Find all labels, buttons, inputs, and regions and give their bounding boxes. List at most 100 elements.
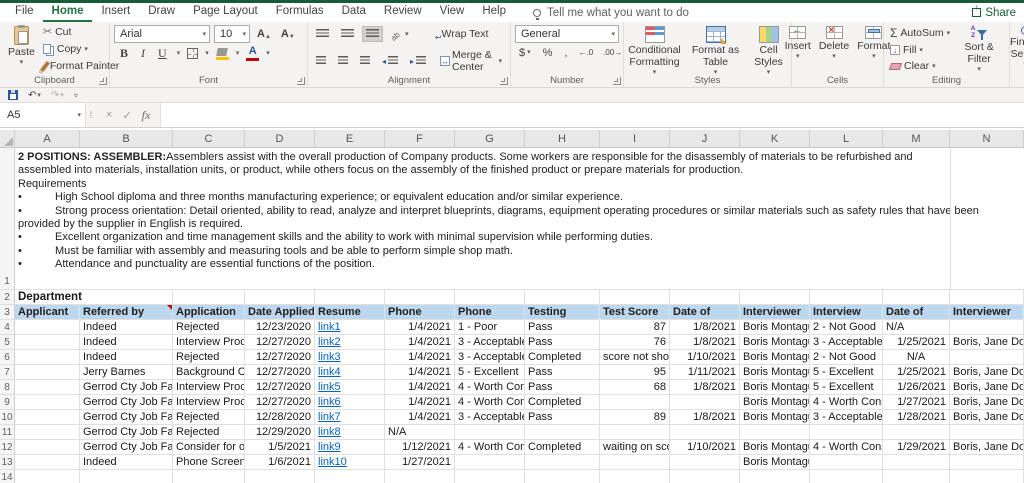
cell-D14[interactable]: [245, 470, 315, 483]
align-bottom-button[interactable]: [362, 26, 383, 42]
cell-G10[interactable]: 3 - Acceptable: [455, 410, 525, 425]
tab-data[interactable]: Data: [333, 3, 375, 22]
customize-qat-button[interactable]: ▿: [74, 91, 78, 100]
autosum-button[interactable]: Σ AutoSum ▾: [888, 25, 952, 41]
resume-link-link10[interactable]: link10: [318, 456, 347, 468]
cell-M10[interactable]: 1/28/2021: [883, 410, 950, 425]
table-header-phone[interactable]: Phone: [455, 305, 525, 320]
tell-me-box[interactable]: Tell me what you want to do: [533, 7, 689, 19]
font-dialog-launcher[interactable]: [297, 77, 305, 85]
table-header-date-of[interactable]: Date of: [883, 305, 950, 320]
cell-K12[interactable]: Boris Montague: [740, 440, 810, 455]
cell-F7[interactable]: 1/4/2021: [385, 365, 455, 380]
cell-E11[interactable]: link8: [315, 425, 385, 440]
table-header-applicant[interactable]: Applicant: [15, 305, 80, 320]
cell-I9[interactable]: [600, 395, 670, 410]
cell-F14[interactable]: [385, 470, 455, 483]
cell-I14[interactable]: [600, 470, 670, 483]
paste-button[interactable]: Paste ▾: [4, 25, 39, 67]
cell-N4[interactable]: [950, 320, 1024, 335]
cell-L9[interactable]: 4 - Worth Consid: [810, 395, 883, 410]
number-dialog-launcher[interactable]: [613, 77, 621, 85]
table-header-referred-by[interactable]: Referred by: [80, 305, 173, 320]
cell-C12[interactable]: Consider for other: [173, 440, 245, 455]
cell-D9[interactable]: 12/27/2020: [245, 395, 315, 410]
cell-L6[interactable]: 2 - Not Good: [810, 350, 883, 365]
row-header-5[interactable]: 5: [0, 335, 15, 350]
cell-A5[interactable]: [15, 335, 80, 350]
cell-M9[interactable]: 1/27/2021: [883, 395, 950, 410]
table-header-application[interactable]: Application: [173, 305, 245, 320]
cell-A6[interactable]: [15, 350, 80, 365]
cell-D13[interactable]: 1/6/2021: [245, 455, 315, 470]
cell-D5[interactable]: 12/27/2020: [245, 335, 315, 350]
cell-B10[interactable]: Gerrod Cty Job Fair: [80, 410, 173, 425]
cell-D2[interactable]: [245, 290, 315, 305]
increase-font-button[interactable]: A▲: [254, 29, 274, 40]
cell-F5[interactable]: 1/4/2021: [385, 335, 455, 350]
cell-I2[interactable]: [600, 290, 670, 305]
cell-K9[interactable]: Boris Montague: [740, 395, 810, 410]
borders-icon[interactable]: [187, 48, 198, 59]
formula-input[interactable]: [160, 103, 1024, 127]
font-size-combo[interactable]: 10▾: [214, 25, 250, 43]
cell-I7[interactable]: 95: [600, 365, 670, 380]
cell-G11[interactable]: [455, 425, 525, 440]
cell-J8[interactable]: 1/8/2021: [670, 380, 740, 395]
cell-H11[interactable]: [525, 425, 600, 440]
cell-J6[interactable]: 1/10/2021: [670, 350, 740, 365]
redo-button[interactable]: ↷▾: [51, 90, 64, 101]
tab-page-layout[interactable]: Page Layout: [184, 3, 267, 22]
cell-C2[interactable]: [173, 290, 245, 305]
cell-L12[interactable]: 4 - Worth Consid: [810, 440, 883, 455]
cell-D10[interactable]: 12/28/2020: [245, 410, 315, 425]
cell-E12[interactable]: link9: [315, 440, 385, 455]
cell-K14[interactable]: [740, 470, 810, 483]
cell-H2[interactable]: [525, 290, 600, 305]
cell-F4[interactable]: 1/4/2021: [385, 320, 455, 335]
column-header-B[interactable]: B: [80, 130, 173, 147]
cell-M4[interactable]: N/A: [883, 320, 950, 335]
cell-G12[interactable]: 4 - Worth Consid: [455, 440, 525, 455]
column-header-G[interactable]: G: [455, 130, 525, 147]
resume-link-link9[interactable]: link9: [318, 441, 341, 453]
cell-H9[interactable]: Completed: [525, 395, 600, 410]
cell-D7[interactable]: 12/27/2020: [245, 365, 315, 380]
cell-D12[interactable]: 1/5/2021: [245, 440, 315, 455]
table-header-testing[interactable]: Testing: [525, 305, 600, 320]
formula-bar-handle[interactable]: ⁞: [86, 103, 96, 127]
font-color-button[interactable]: A: [246, 46, 259, 61]
resume-link-link5[interactable]: link5: [318, 381, 341, 393]
cell-G5[interactable]: 3 - Acceptable: [455, 335, 525, 350]
cell-A11[interactable]: [15, 425, 80, 440]
alignment-dialog-launcher[interactable]: [500, 77, 508, 85]
cell-M5[interactable]: 1/25/2021: [883, 335, 950, 350]
cell-J7[interactable]: 1/11/2021: [670, 365, 740, 380]
cell-F12[interactable]: 1/12/2021: [385, 440, 455, 455]
cell-L7[interactable]: 5 - Excellent: [810, 365, 883, 380]
cell-B6[interactable]: Indeed: [80, 350, 173, 365]
save-icon[interactable]: [8, 90, 18, 100]
font-name-combo[interactable]: Arial▾: [114, 25, 210, 43]
cell-B12[interactable]: Gerrod Cty Job Fair: [80, 440, 173, 455]
italic-button[interactable]: I: [138, 46, 148, 61]
cancel-icon[interactable]: ×: [106, 109, 112, 121]
align-center-button[interactable]: [334, 53, 352, 69]
row-header-1[interactable]: 1: [0, 148, 15, 290]
cell-K11[interactable]: [740, 425, 810, 440]
cell-F6[interactable]: 1/4/2021: [385, 350, 455, 365]
cell-G14[interactable]: [455, 470, 525, 483]
tab-home[interactable]: Home: [43, 3, 93, 22]
cell-N5[interactable]: Boris, Jane Dobs: [950, 335, 1024, 350]
clear-button[interactable]: Clear ▾: [888, 59, 952, 73]
cell-J10[interactable]: 1/8/2021: [670, 410, 740, 425]
row-header-14[interactable]: 14: [0, 470, 15, 483]
row-header-7[interactable]: 7: [0, 365, 15, 380]
cell-H14[interactable]: [525, 470, 600, 483]
cell-M14[interactable]: [883, 470, 950, 483]
cell-E5[interactable]: link2: [315, 335, 385, 350]
cell-L5[interactable]: 3 - Acceptable: [810, 335, 883, 350]
tab-file[interactable]: File: [6, 3, 43, 22]
cell-E9[interactable]: link6: [315, 395, 385, 410]
delete-cells-button[interactable]: × Delete ▾: [815, 25, 853, 61]
